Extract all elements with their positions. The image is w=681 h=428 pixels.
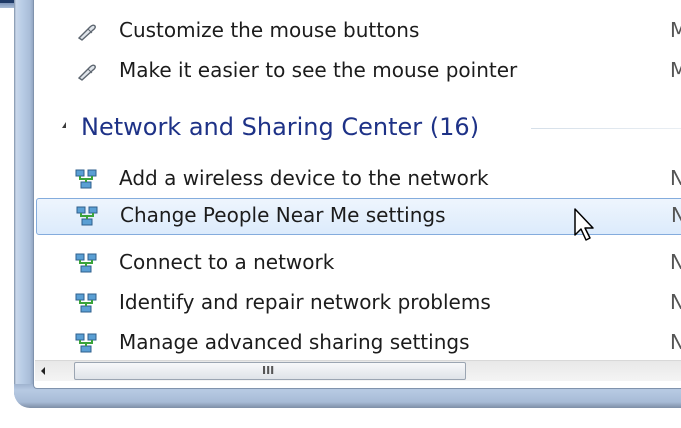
list-item[interactable]: Make it easier to see the mouse pointer … (37, 52, 681, 90)
scrollbar-thumb[interactable]: III (74, 362, 466, 380)
list-item-label: Manage advanced sharing settings (119, 330, 470, 354)
list-item[interactable]: Connect to a network N (37, 244, 681, 282)
list-item[interactable]: Identify and repair network problems N (37, 284, 681, 322)
list-item[interactable]: Manage advanced sharing settings N (37, 324, 681, 362)
group-header-network-and-sharing-center[interactable]: Network and Sharing Center (16) (56, 108, 681, 148)
list-item-trailing-text: N (670, 330, 681, 354)
collapse-triangle-icon[interactable] (56, 122, 66, 128)
list-item-label: Add a wireless device to the network (119, 166, 489, 190)
network-icon (75, 293, 97, 313)
horizontal-scrollbar[interactable]: III (35, 360, 681, 381)
network-icon (75, 333, 97, 353)
scrollbar-grip: III (262, 364, 275, 377)
list-item-trailing-text: N (670, 290, 681, 314)
network-icon (76, 206, 98, 226)
list-item-label: Make it easier to see the mouse pointer (119, 58, 518, 82)
list-item-label: Change People Near Me settings (120, 203, 446, 227)
list-item-trailing-text: M (670, 18, 681, 42)
list-item-label: Identify and repair network problems (119, 290, 491, 314)
network-icon (75, 169, 97, 189)
list-item-trailing-text: N (671, 203, 681, 227)
list-item-label: Customize the mouse buttons (119, 18, 420, 42)
mouse-icon (77, 24, 96, 41)
network-icon (75, 253, 97, 273)
pointer-cursor-icon (574, 208, 594, 241)
list-item[interactable]: Customize the mouse buttons M (37, 12, 681, 50)
group-header-divider (531, 128, 681, 129)
list-item-trailing-text: M (670, 58, 681, 82)
mouse-icon (77, 64, 96, 81)
group-header-title: Network and Sharing Center (16) (81, 113, 480, 141)
list-item-trailing-text: N (670, 166, 681, 190)
list-item[interactable]: Add a wireless device to the network N (37, 160, 681, 198)
list-item-trailing-text: N (670, 250, 681, 274)
scroll-left-arrow-icon[interactable] (35, 361, 53, 381)
list-item-label: Connect to a network (119, 250, 335, 274)
window-frame-left (14, 0, 34, 406)
